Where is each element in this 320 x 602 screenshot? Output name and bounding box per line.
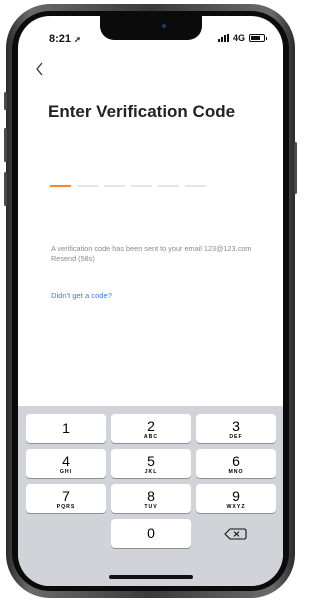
- volume-up-button: [4, 128, 7, 162]
- key-number: 5: [147, 453, 155, 469]
- key-5[interactable]: 5 JKL: [111, 449, 191, 478]
- code-slot[interactable]: [104, 185, 125, 187]
- key-letters: PQRS: [56, 504, 76, 510]
- key-letters: DEF: [229, 434, 243, 440]
- phone-screen: 8:21 ➚ 4G Enter Verification Code A veri…: [18, 16, 283, 586]
- key-1[interactable]: 1: [26, 414, 106, 443]
- key-number: 3: [232, 418, 240, 434]
- chevron-left-icon: [36, 62, 43, 76]
- page-title: Enter Verification Code: [48, 102, 236, 121]
- key-number: 7: [62, 488, 70, 504]
- key-9[interactable]: 9 WXYZ: [196, 484, 276, 513]
- camera-dot: [162, 24, 166, 28]
- key-number: 1: [62, 420, 70, 436]
- key-8[interactable]: 8 TUV: [111, 484, 191, 513]
- key-6[interactable]: 6 MNO: [196, 449, 276, 478]
- delete-key[interactable]: [196, 519, 276, 548]
- key-0[interactable]: 0: [111, 519, 191, 548]
- key-letters: MNO: [228, 469, 244, 475]
- verification-message: A verification code has been sent to you…: [51, 244, 261, 263]
- code-slot[interactable]: [50, 185, 71, 187]
- key-letters: TUV: [144, 504, 158, 510]
- status-time-label: 8:21: [49, 33, 72, 45]
- code-slot[interactable]: [131, 185, 152, 187]
- key-letters: WXYZ: [226, 504, 246, 510]
- key-7[interactable]: 7 PQRS: [26, 484, 106, 513]
- verification-code-input[interactable]: [50, 185, 206, 187]
- key-number: 2: [147, 418, 155, 434]
- key-4[interactable]: 4 GHI: [26, 449, 106, 478]
- key-letters: GHI: [59, 469, 73, 475]
- key-number: 9: [232, 488, 240, 504]
- code-slot[interactable]: [77, 185, 98, 187]
- network-label: 4G: [232, 33, 245, 43]
- signal-icon: [217, 34, 229, 42]
- backspace-icon: [224, 528, 247, 540]
- status-time: 8:21 ➚: [49, 33, 81, 45]
- code-slot[interactable]: [185, 185, 206, 187]
- key-2[interactable]: 2 ABC: [111, 414, 191, 443]
- location-arrow-icon: ➚: [74, 35, 81, 44]
- mute-switch: [4, 92, 7, 110]
- message-text: A verification code has been sent to you…: [51, 244, 252, 253]
- power-button: [294, 142, 297, 194]
- back-button[interactable]: [31, 57, 55, 81]
- status-indicators: 4G: [217, 33, 267, 43]
- didnt-get-code-link[interactable]: Didn't get a code?: [51, 291, 112, 300]
- notch: [100, 16, 202, 40]
- key-letters: ABC: [143, 434, 159, 440]
- code-slot[interactable]: [158, 185, 179, 187]
- key-3[interactable]: 3 DEF: [196, 414, 276, 443]
- key-number: 6: [232, 453, 240, 469]
- volume-down-button: [4, 172, 7, 206]
- home-indicator[interactable]: [109, 575, 193, 579]
- battery-icon: [249, 34, 267, 42]
- key-number: 0: [147, 525, 155, 541]
- key-letters: JKL: [144, 469, 158, 475]
- numeric-keypad: 1 2 ABC 3 DEF 4 GHI 5 JKL 6 MNO 7 PQRS 8…: [18, 406, 283, 586]
- key-number: 4: [62, 453, 70, 469]
- resend-countdown: Resend (58s): [51, 253, 95, 263]
- key-number: 8: [147, 488, 155, 504]
